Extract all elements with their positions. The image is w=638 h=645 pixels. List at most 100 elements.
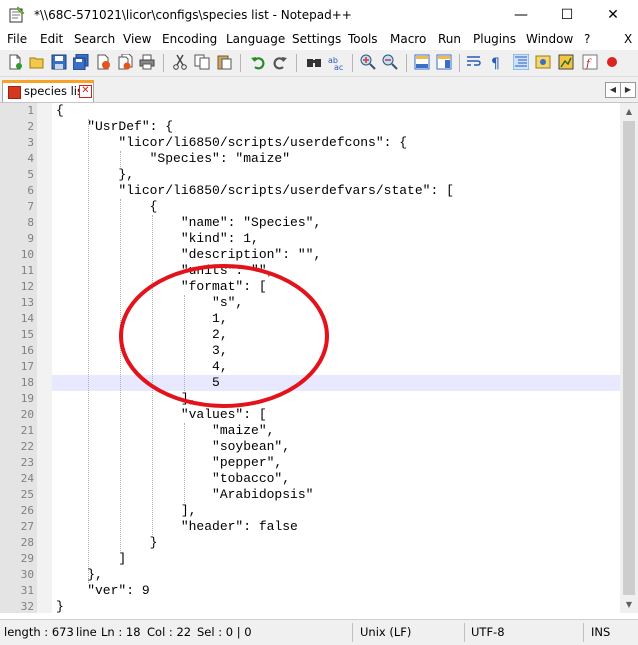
scroll-thumb[interactable]	[623, 121, 635, 595]
code-line[interactable]: "Species": "maize"	[56, 151, 290, 167]
save-all-icon[interactable]	[73, 54, 89, 70]
show-all-characters-icon[interactable]: ¶	[488, 54, 504, 70]
code-line[interactable]: ],	[56, 503, 197, 519]
code-line[interactable]: ]	[56, 551, 126, 567]
close-icon: ✕	[607, 7, 619, 23]
sync-horizontal-icon[interactable]	[436, 54, 452, 70]
line-number: 30	[20, 568, 34, 581]
copy-icon[interactable]	[194, 54, 210, 70]
redo-icon[interactable]	[272, 54, 288, 70]
print-icon[interactable]	[139, 54, 155, 70]
scroll-up-icon[interactable]: ▲	[620, 103, 638, 120]
close-file-icon[interactable]	[95, 54, 111, 70]
close-document-button[interactable]: X	[624, 32, 632, 46]
line-number: 1	[27, 104, 34, 117]
undo-icon[interactable]	[250, 54, 266, 70]
code-line[interactable]: "format": [	[56, 279, 267, 295]
zoom-out-icon[interactable]	[382, 54, 398, 70]
menu-run[interactable]: Run	[438, 32, 461, 46]
code-line[interactable]: 4,	[56, 359, 228, 375]
document-map-icon[interactable]	[558, 54, 574, 70]
maximize-button[interactable]: ☐	[544, 0, 590, 30]
sync-vertical-icon[interactable]	[414, 54, 430, 70]
menu-search[interactable]: Search	[74, 32, 115, 46]
code-line[interactable]: "values": [	[56, 407, 267, 423]
tab-scroll-left-icon[interactable]: ◀	[605, 82, 621, 98]
tab-scroll-right-icon[interactable]: ▶	[620, 82, 636, 98]
code-line[interactable]: "UsrDef": {	[56, 119, 173, 135]
menu-window[interactable]: Window	[526, 32, 573, 46]
menu-tools[interactable]: Tools	[348, 32, 378, 46]
status-eol[interactable]: Unix (LF)	[360, 625, 411, 639]
vertical-scrollbar[interactable]: ▲ ▼	[620, 103, 638, 613]
code-line[interactable]: "soybean",	[56, 439, 290, 455]
menu-help[interactable]: ?	[584, 32, 590, 46]
fold-margin	[37, 103, 52, 613]
window-title: *\\68C-571021\licor\configs\species list…	[34, 8, 352, 22]
code-line[interactable]: }	[56, 599, 64, 613]
code-line[interactable]: {	[56, 199, 158, 215]
code-line[interactable]: 2,	[56, 327, 228, 343]
indent-guide-icon[interactable]	[513, 54, 529, 70]
menu-plugins[interactable]: Plugins	[473, 32, 516, 46]
menu-encoding[interactable]: Encoding	[162, 32, 217, 46]
toolbar-separator	[352, 54, 353, 72]
replace-icon[interactable]: abac	[328, 54, 344, 70]
line-number: 13	[20, 296, 34, 309]
code-line[interactable]: 1,	[56, 311, 228, 327]
code-line[interactable]: "tobacco",	[56, 471, 290, 487]
code-line[interactable]: "pepper",	[56, 455, 282, 471]
code-line[interactable]: 3,	[56, 343, 228, 359]
code-line[interactable]: {	[56, 103, 64, 119]
line-number: 28	[20, 536, 34, 549]
code-line[interactable]: "maize",	[56, 423, 274, 439]
open-file-icon[interactable]	[29, 54, 45, 70]
menu-file[interactable]: File	[7, 32, 27, 46]
line-number: 20	[20, 408, 34, 421]
code-line[interactable]: "Arabidopsis"	[56, 487, 313, 503]
function-list-icon[interactable]: f	[582, 54, 598, 70]
code-line[interactable]: "licor/li6850/scripts/userdefcons": {	[56, 135, 407, 151]
zoom-in-icon[interactable]	[360, 54, 376, 70]
menu-view[interactable]: View	[123, 32, 151, 46]
line-number: 26	[20, 504, 34, 517]
code-editor[interactable]: 1 2 3 4 5 6 7 8 9 10 11 12 13 14 15 16 1…	[0, 103, 620, 613]
close-all-icon[interactable]	[117, 54, 133, 70]
code-line[interactable]: "name": "Species",	[56, 215, 321, 231]
svg-text:ac: ac	[334, 63, 343, 70]
code-line[interactable]: "s",	[56, 295, 243, 311]
menu-language[interactable]: Language	[226, 32, 285, 46]
status-length: length : 673	[4, 625, 74, 639]
menu-settings[interactable]: Settings	[292, 32, 341, 46]
code-line[interactable]: "licor/li6850/scripts/userdefvars/state"…	[56, 183, 453, 199]
menu-edit[interactable]: Edit	[40, 32, 63, 46]
code-line[interactable]: "ver": 9	[56, 583, 149, 599]
code-line[interactable]: },	[56, 567, 103, 583]
menu-macro[interactable]: Macro	[390, 32, 426, 46]
code-line[interactable]: },	[56, 167, 134, 183]
word-wrap-icon[interactable]	[466, 54, 482, 70]
find-icon[interactable]	[306, 54, 322, 70]
close-button[interactable]: ✕	[590, 0, 636, 30]
tab-bar: species list ✕	[0, 77, 638, 103]
code-line[interactable]: ],	[56, 391, 197, 407]
code-line[interactable]: "kind": 1,	[56, 231, 259, 247]
new-file-icon[interactable]	[7, 54, 23, 70]
code-line[interactable]: }	[56, 535, 158, 551]
code-line[interactable]: "units": "",	[56, 263, 275, 279]
tab-close-icon[interactable]: ✕	[79, 85, 92, 98]
save-icon[interactable]	[51, 54, 67, 70]
status-encoding[interactable]: UTF-8	[471, 625, 505, 639]
user-defined-language-icon[interactable]	[535, 54, 551, 70]
minimize-button[interactable]: —	[498, 0, 544, 30]
tab-species-list[interactable]: species list ✕	[2, 80, 94, 102]
code-line[interactable]: 5	[56, 375, 220, 391]
line-number: 4	[27, 152, 34, 165]
code-line[interactable]: "description": "",	[56, 247, 321, 263]
cut-icon[interactable]	[172, 54, 188, 70]
scroll-down-icon[interactable]: ▼	[620, 596, 638, 613]
status-separator	[583, 623, 584, 642]
macro-record-icon[interactable]	[604, 54, 620, 70]
code-line[interactable]: "header": false	[56, 519, 298, 535]
paste-icon[interactable]	[216, 54, 232, 70]
